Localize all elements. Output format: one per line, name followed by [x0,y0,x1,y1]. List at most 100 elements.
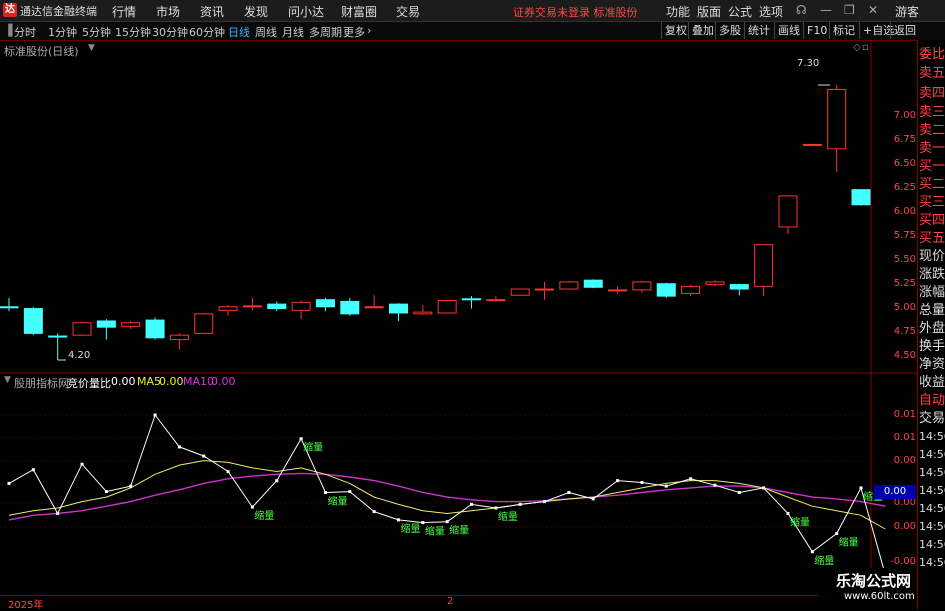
ratio-point [567,491,571,494]
tool-mark[interactable]: 标记 [829,22,858,39]
period-menu-icon[interactable]: ▐ [4,24,12,37]
menu-options[interactable]: 选项 [759,3,783,20]
rc-volume[interactable]: 总量 [919,301,945,320]
ratio-point [591,497,595,501]
ratio-point [543,500,547,504]
rc-auto[interactable]: 自动 [919,391,945,410]
menu-formula[interactable]: 公式 [728,3,752,20]
formula-value: 0.00 [111,375,136,388]
more-chevron-icon[interactable]: › [367,24,371,37]
restore-icon[interactable]: ❐ [844,3,855,17]
tool-f10[interactable]: F10 [803,22,830,39]
panel-diamond-icon[interactable]: ◇ [853,42,861,53]
menu-news[interactable]: 资讯 [200,3,224,20]
candle-body [121,322,141,327]
shrink-label: 缩量 [839,536,859,549]
ratio-point [348,490,352,494]
candle-body [510,288,530,296]
rc-buy4[interactable]: 买四 [919,211,945,230]
tool-draw[interactable]: 画线 [774,22,803,39]
tool-adjust[interactable]: 复权 [661,22,690,39]
candle-body [705,281,725,286]
ratio-point [762,486,766,490]
menu-discover[interactable]: 发现 [244,3,268,20]
rc-time: 14:56 [919,538,945,551]
candle-body [96,320,116,328]
rc-weibi[interactable]: 委比 [919,45,945,64]
guest-label[interactable]: 游客 [895,3,919,20]
rc-sell1[interactable]: 卖一 [919,139,945,158]
candle-body [535,288,555,291]
bottom-marker: 2 [447,596,454,607]
tool-overlay[interactable]: 叠加 [688,22,717,39]
rc-pct[interactable]: 涨幅 [919,283,945,302]
rc-sell2[interactable]: 卖二 [919,121,945,140]
login-status[interactable]: 证券交易未登录 标准股份 [513,4,638,20]
period-60min[interactable]: 60分钟 [189,24,225,40]
ratio-point [835,532,839,536]
rc-trade[interactable]: 交易 [919,409,945,428]
rc-sell5[interactable]: 卖五 [919,64,945,83]
kline-chart[interactable]: 缩量缩量缩量缩量 缩量 缩量缩量 缩量缩量缩量缩量 [0,40,917,609]
period-1min[interactable]: 1分钟 [48,24,77,40]
period-intraday[interactable]: 分时 [14,24,36,40]
ratio-point [104,490,108,494]
rc-earnings[interactable]: 收益 [919,373,945,392]
rc-buy1[interactable]: 买一 [919,157,945,176]
period-15min[interactable]: 15分钟 [115,24,151,40]
minimize-icon[interactable]: — [820,3,832,17]
tool-multi-stock[interactable]: 多股 [715,22,744,39]
period-daily[interactable]: 日线 [228,24,250,40]
tool-stats[interactable]: 统计 [744,22,773,39]
ratio-point [31,468,35,472]
rc-sell3[interactable]: 卖三 [919,103,945,122]
indicator-tick: 0.00 [893,521,916,532]
menu-wealth[interactable]: 财富圈 [341,3,377,20]
candle-body [48,335,68,338]
bottom-bar [0,595,917,610]
rc-buy5[interactable]: 买五 [919,229,945,248]
support-icon[interactable]: ☊ [796,3,807,17]
shrink-label: 缩量 [254,509,274,522]
tool-back[interactable]: 返回 [890,22,919,39]
candle-body [72,322,92,336]
ratio-point [445,520,449,524]
indicator-current-value: 0.00 [874,485,916,499]
shrink-label: 缩量 [400,522,420,535]
period-weekly[interactable]: 周线 [255,24,277,40]
panel-dropdown-icon[interactable]: ▼ [88,43,95,53]
indicator-dropdown-icon[interactable]: ▼ [4,375,11,385]
rc-price[interactable]: 现价 [919,247,945,266]
menu-function[interactable]: 功能 [666,3,690,20]
candle-body [656,283,676,297]
candle-body [462,298,482,301]
ratio-point [689,477,693,481]
high-price-label: 7.30 [797,58,820,69]
rc-outside[interactable]: 外盘 [919,319,945,338]
rc-change[interactable]: 涨跌 [919,265,945,284]
ma10-line [8,472,886,521]
rc-buy2[interactable]: 买二 [919,175,945,194]
menu-layout[interactable]: 版面 [697,3,721,20]
rc-netasset[interactable]: 净资 [919,355,945,374]
rc-buy3[interactable]: 买三 [919,193,945,212]
period-30min[interactable]: 30分钟 [152,24,188,40]
menu-market[interactable]: 市场 [156,3,180,20]
rc-turnover[interactable]: 换手 [919,337,945,356]
price-tick: 6.75 [893,134,916,145]
close-icon[interactable]: ✕ [868,3,878,17]
period-5min[interactable]: 5分钟 [82,24,111,40]
panel-expand-icon[interactable]: ▫ [862,42,869,53]
watermark-url: www.60lt.com [844,591,915,602]
ratio-point [640,480,644,484]
ratio-point [323,491,327,494]
indicator-tick: 0.01 [893,409,916,420]
menu-ask[interactable]: 问小达 [288,3,324,20]
period-more[interactable]: 更多 [343,24,365,40]
rc-sell4[interactable]: 卖四 [919,84,945,103]
menu-trade[interactable]: 交易 [396,3,420,20]
candle-body [242,305,262,308]
menu-quotes[interactable]: 行情 [112,3,136,20]
period-monthly[interactable]: 月线 [282,24,304,40]
period-multi[interactable]: 多周期 [309,24,342,40]
